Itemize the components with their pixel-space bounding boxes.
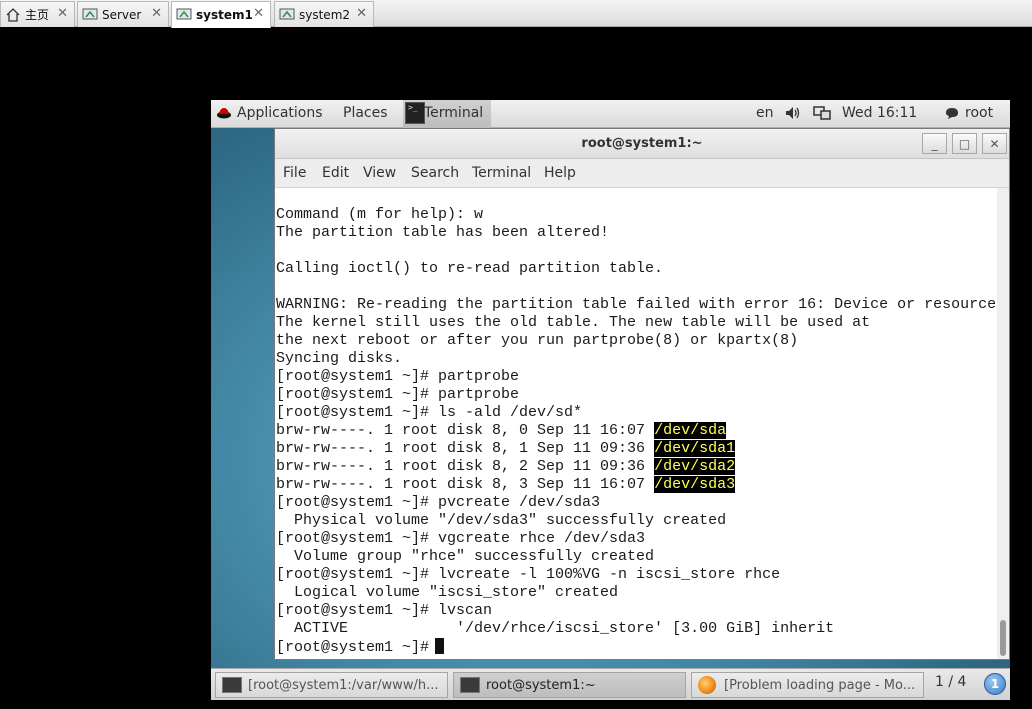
minimize-button[interactable]: _ xyxy=(922,133,947,154)
ls-row-info: brw-rw----. 1 root disk 8, 3 Sep 11 16:0… xyxy=(276,476,655,493)
host-tab-label: Server xyxy=(102,7,142,22)
console-line: ACTIVE '/dev/rhce/iscsi_store' [3.00 GiB… xyxy=(276,620,835,637)
vm-icon xyxy=(279,7,295,23)
close-button[interactable]: ✕ xyxy=(982,133,1007,154)
host-tab-server[interactable]: Server ✕ xyxy=(77,1,169,27)
active-app-menu[interactable]: Terminal xyxy=(424,105,483,121)
host-tab-home[interactable]: 主页 ✕ xyxy=(0,1,75,27)
menu-view[interactable]: View xyxy=(363,165,396,181)
host-tab-strip: 主页 ✕ Server ✕ system1 ✕ system2 ✕ xyxy=(0,0,1032,28)
places-menu[interactable]: Places xyxy=(343,105,388,121)
host-tab-label: system1 xyxy=(196,8,253,22)
host-tab-system2[interactable]: system2 ✕ xyxy=(274,1,374,27)
console-line: Calling ioctl() to re-read partition tab… xyxy=(276,260,664,277)
taskbar-item-label: root@system1:~ xyxy=(486,677,596,693)
maximize-icon: □ xyxy=(958,136,971,151)
applications-menu[interactable]: Applications xyxy=(237,105,323,121)
host-tab-label: system2 xyxy=(299,7,351,22)
window-list-taskbar: [root@system1:/var/www/h... root@system1… xyxy=(211,668,1010,700)
clock[interactable]: Wed 16:11 xyxy=(842,105,917,121)
device-name: /dev/sda1 xyxy=(654,440,736,457)
prompt-line[interactable]: [root@system1 ~]# xyxy=(276,638,445,656)
console-line: Syncing disks. xyxy=(276,350,403,367)
close-icon[interactable]: ✕ xyxy=(356,6,367,21)
maximize-button[interactable]: □ xyxy=(952,133,977,154)
console-line: The kernel still uses the old table. The… xyxy=(276,314,871,331)
ls-row: brw-rw----. 1 root disk 8, 0 Sep 11 16:0… xyxy=(276,422,727,440)
console-line: WARNING: Re-reading the partition table … xyxy=(276,296,997,313)
notification-badge[interactable]: 1 xyxy=(984,673,1006,695)
minimize-icon: _ xyxy=(931,136,938,151)
terminal-icon xyxy=(222,677,242,693)
device-name: /dev/sda2 xyxy=(654,458,736,475)
menu-terminal[interactable]: Terminal xyxy=(472,165,531,181)
volume-icon[interactable] xyxy=(785,106,801,124)
shell-prompt: [root@system1 ~]# xyxy=(276,639,430,656)
console-line: the next reboot or after you run partpro… xyxy=(276,332,799,349)
firefox-icon xyxy=(698,676,716,694)
ls-row-info: brw-rw----. 1 root disk 8, 0 Sep 11 16:0… xyxy=(276,422,655,439)
vm-screen[interactable]: Applications Places >_ Terminal en Wed 1… xyxy=(211,100,1010,700)
console-line: Volume group "rhce" successfully created xyxy=(276,548,655,565)
workspace-indicator[interactable]: 1 / 4 xyxy=(935,674,966,690)
menu-edit[interactable]: Edit xyxy=(322,165,349,181)
terminal-output[interactable]: Command (m for help): w The partition ta… xyxy=(275,188,997,659)
vertical-scrollbar[interactable] xyxy=(997,188,1009,659)
device-name: /dev/sda3 xyxy=(654,476,736,493)
terminal-icon: >_ xyxy=(405,102,425,124)
taskbar-item-label: [root@system1:/var/www/h... xyxy=(248,677,439,693)
vm-icon xyxy=(82,7,98,23)
taskbar-item-terminal-home[interactable]: root@system1:~ xyxy=(453,672,686,698)
console-line: [root@system1 ~]# lvcreate -l 100%VG -n … xyxy=(276,566,781,583)
user-menu[interactable]: root xyxy=(965,105,993,121)
console-line: [root@system1 ~]# vgcreate rhce /dev/sda… xyxy=(276,530,646,547)
window-titlebar[interactable]: root@system1:~ _ □ ✕ xyxy=(275,129,1009,159)
close-icon[interactable]: ✕ xyxy=(151,6,162,21)
console-line: [root@system1 ~]# lvscan xyxy=(276,602,493,619)
taskbar-item-firefox[interactable]: [Problem loading page - Mo... xyxy=(691,672,924,698)
console-line: [root@system1 ~]# ls -ald /dev/sd* xyxy=(276,404,583,421)
device-name: /dev/sda xyxy=(654,422,727,439)
host-tab-system1[interactable]: system1 ✕ xyxy=(171,1,271,28)
ls-row: brw-rw----. 1 root disk 8, 3 Sep 11 16:0… xyxy=(276,476,736,494)
close-icon[interactable]: ✕ xyxy=(253,6,264,21)
ls-row-info: brw-rw----. 1 root disk 8, 2 Sep 11 09:3… xyxy=(276,458,655,475)
console-line: Physical volume "/dev/sda3" successfully… xyxy=(276,512,727,529)
window-title: root@system1:~ xyxy=(581,136,703,151)
menu-help[interactable]: Help xyxy=(544,165,576,181)
keyboard-layout[interactable]: en xyxy=(756,105,774,121)
taskbar-item-label: [Problem loading page - Mo... xyxy=(724,677,916,693)
ls-row: brw-rw----. 1 root disk 8, 1 Sep 11 09:3… xyxy=(276,440,736,458)
home-icon xyxy=(5,7,21,23)
host-tab-label: 主页 xyxy=(25,8,50,22)
console-line: Command (m for help): w xyxy=(276,206,484,223)
redhat-icon xyxy=(216,105,232,125)
menu-file[interactable]: File xyxy=(283,165,306,181)
console-line: [root@system1 ~]# partprobe xyxy=(276,386,520,403)
scrollbar-thumb[interactable] xyxy=(1000,620,1006,656)
terminal-window: root@system1:~ _ □ ✕ File Edit View Sear… xyxy=(274,128,1010,660)
taskbar-item-terminal-www[interactable]: [root@system1:/var/www/h... xyxy=(215,672,448,698)
console-line: Logical volume "iscsi_store" created xyxy=(276,584,619,601)
close-icon: ✕ xyxy=(989,136,1000,151)
ls-row: brw-rw----. 1 root disk 8, 2 Sep 11 09:3… xyxy=(276,458,736,476)
console-line: [root@system1 ~]# partprobe xyxy=(276,368,520,385)
user-icon xyxy=(944,106,960,124)
console-line: [root@system1 ~]# pvcreate /dev/sda3 xyxy=(276,494,601,511)
console-line: The partition table has been altered! xyxy=(276,224,610,241)
close-icon[interactable]: ✕ xyxy=(57,6,68,21)
terminal-icon xyxy=(460,677,480,693)
menu-bar: File Edit View Search Terminal Help xyxy=(275,159,1009,188)
ls-row-info: brw-rw----. 1 root disk 8, 1 Sep 11 09:3… xyxy=(276,440,655,457)
top-panel: Applications Places >_ Terminal en Wed 1… xyxy=(211,100,1010,128)
text-cursor xyxy=(435,638,445,654)
network-icon[interactable] xyxy=(813,106,831,124)
menu-search[interactable]: Search xyxy=(411,165,459,181)
vm-icon xyxy=(176,7,192,23)
